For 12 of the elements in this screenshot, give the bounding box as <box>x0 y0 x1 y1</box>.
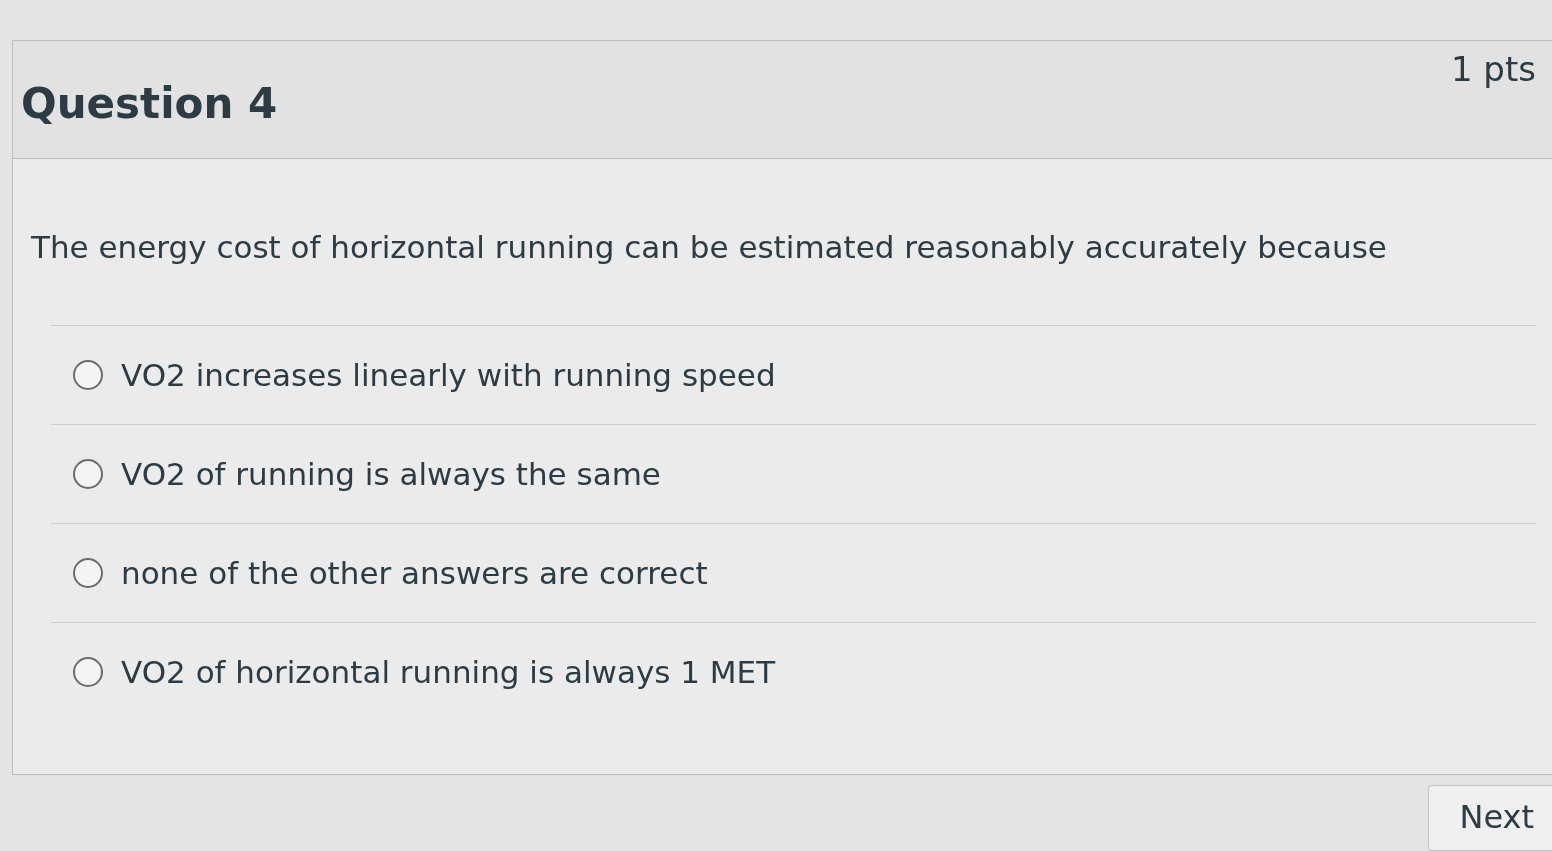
radio-button[interactable] <box>73 558 103 588</box>
radio-button[interactable] <box>73 657 103 687</box>
answer-option[interactable]: VO2 of running is always the same <box>51 424 1536 523</box>
answer-option[interactable]: none of the other answers are correct <box>51 523 1536 622</box>
answer-option[interactable]: VO2 increases linearly with running speed <box>51 325 1536 424</box>
radio-button[interactable] <box>73 360 103 390</box>
next-button[interactable]: Next <box>1428 785 1552 851</box>
radio-button[interactable] <box>73 459 103 489</box>
answer-option[interactable]: VO2 of horizontal running is always 1 MET <box>51 622 1536 721</box>
question-text: The energy cost of horizontal running can be estimated reasonably accurately because <box>31 229 1388 267</box>
points-label: 1 pts <box>1450 49 1536 89</box>
question-title: Question 4 <box>21 79 278 128</box>
